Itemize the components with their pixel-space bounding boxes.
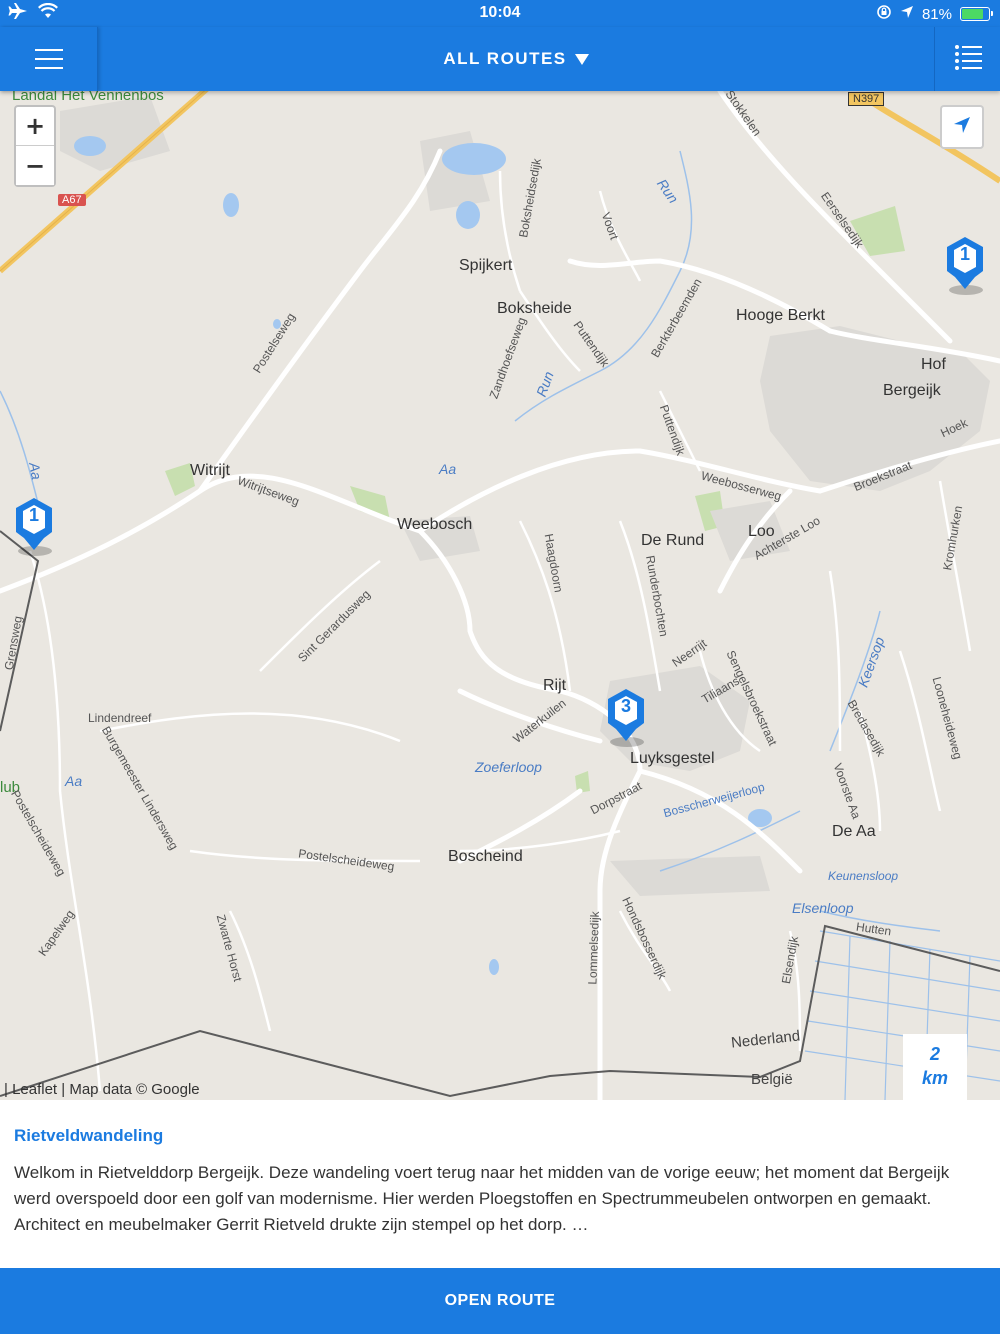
navigation-arrow-icon [952, 115, 972, 140]
open-route-button[interactable]: OPEN ROUTE [0, 1268, 1000, 1334]
zoom-out-button[interactable]: − [16, 146, 54, 185]
marker-number: 1 [959, 244, 970, 264]
map-water-aa-south: Aa [65, 773, 83, 789]
map-road-a67: A67 [58, 194, 86, 206]
route-marker[interactable]: 3 [606, 687, 646, 747]
map-place-boksheide: Boksheide [497, 300, 572, 317]
scale-unit: km [921, 1068, 948, 1088]
list-view-button[interactable] [934, 27, 1000, 91]
map-view[interactable]: Landal Het Vennenbos Spijkert Boksheide … [0, 91, 1000, 1100]
map-place-bosscheind: Boscheind [448, 848, 523, 865]
zoom-in-button[interactable]: + [16, 107, 54, 146]
route-description: Welkom in Rietvelddorp Bergeijk. Deze wa… [14, 1163, 950, 1234]
map-water-aa-west: Aa [26, 461, 45, 481]
location-arrow-icon [900, 5, 914, 23]
map-place-spijkert: Spijkert [459, 257, 513, 274]
map-road-n397: N397 [848, 92, 885, 106]
map-road-lommelsedijk: Lommelsedijk [585, 911, 602, 985]
battery-level [962, 9, 984, 19]
status-bar: 10:04 81% [0, 0, 1000, 27]
scale-value: 2 [929, 1044, 940, 1064]
nav-bar: ALL ROUTES [0, 27, 1000, 91]
map-water-aa: Aa [439, 461, 457, 477]
rotation-lock-icon [876, 4, 892, 24]
route-title[interactable]: Rietveldwandeling [14, 1126, 986, 1146]
map-water-zoeferloop: Zoeferloop [475, 759, 542, 775]
map-place-belgie: België [751, 1071, 793, 1088]
map-place-hooge-berkt: Hooge Berkt [736, 307, 825, 324]
route-marker[interactable]: 1 [14, 496, 54, 556]
marker-number: 1 [28, 505, 39, 525]
marker-number: 3 [620, 696, 631, 716]
map-water-elsenloop: Elsenloop [792, 900, 854, 916]
map-attribution[interactable]: | Leaflet | Map data © Google [4, 1081, 200, 1098]
map-scale: 2 km [903, 1034, 967, 1100]
map-place-landal: Landal Het Vennenbos [12, 91, 164, 104]
status-time: 10:04 [479, 4, 521, 21]
list-icon [954, 43, 982, 76]
hamburger-icon [34, 49, 63, 69]
status-right: 81% [876, 4, 993, 24]
map-place-weebosch: Weebosch [397, 516, 473, 533]
battery-icon [960, 7, 993, 21]
map-place-bergeijk: Bergeijk [883, 382, 941, 399]
locate-me-button[interactable] [940, 105, 984, 149]
map-road-lindendreef: Lindendreef [88, 711, 152, 725]
map-place-witrijt: Witrijt [190, 462, 230, 479]
caret-down-icon [574, 53, 589, 65]
battery-percent: 81% [921, 5, 952, 23]
route-info-panel: Rietveldwandeling Welkom in Rietvelddorp… [0, 1100, 1000, 1268]
map-water-keunensloop: Keunensloop [828, 869, 899, 883]
map-place-de-rund: De Rund [641, 532, 705, 549]
map-place-de-aa: De Aa [832, 823, 876, 840]
map-place-rijt: Rijt [543, 677, 567, 694]
map-place-luyksgestel: Luyksgestel [630, 750, 715, 767]
app-root: 10:04 81% ALL ROUTES Landal Het Vennenbo… [0, 0, 1000, 1334]
menu-button[interactable] [0, 27, 98, 91]
map-place-hof: Hof [921, 356, 946, 373]
nav-title-label: ALL ROUTES [443, 49, 567, 68]
route-marker[interactable]: 1 [945, 235, 985, 295]
zoom-control: + − [14, 105, 56, 187]
route-selector-dropdown[interactable]: ALL ROUTES [98, 27, 934, 91]
